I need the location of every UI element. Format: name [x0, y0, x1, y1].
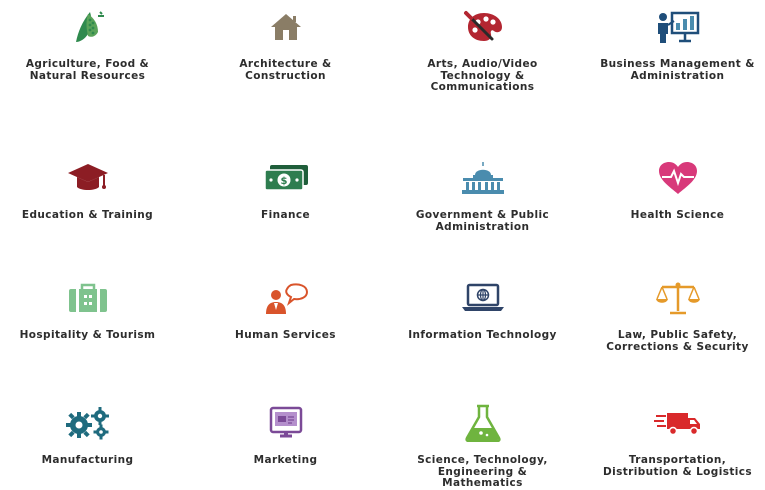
money-bills-icon: $: [262, 158, 310, 198]
corn-icon: [64, 7, 112, 47]
cluster-label: Marketing: [193, 455, 379, 467]
suitcase-icon: [64, 278, 112, 318]
cluster-label: Government & Public Administration: [390, 210, 576, 233]
cluster-agriculture[interactable]: Agriculture, Food & Natural Resources: [0, 7, 183, 82]
presenter-board-icon: [654, 7, 702, 47]
cluster-finance[interactable]: $ Finance: [190, 158, 381, 222]
cluster-label: Agriculture, Food & Natural Resources: [0, 59, 181, 82]
cluster-label: Health Science: [585, 210, 765, 222]
cluster-information-technology[interactable]: Information Technology: [387, 278, 578, 342]
cluster-label: Manufacturing: [0, 455, 181, 467]
cluster-label: Transportation, Distribution & Logistics: [585, 455, 765, 478]
cluster-label: Arts, Audio/Video Technology & Communica…: [390, 59, 576, 94]
graduation-cap-icon: [64, 158, 112, 198]
cluster-label: Business Management & Administration: [585, 59, 765, 82]
cluster-law[interactable]: Law, Public Safety, Corrections & Securi…: [582, 278, 765, 353]
truck-icon: [654, 403, 702, 443]
cluster-label: Science, Technology, Engineering & Mathe…: [390, 455, 576, 490]
laptop-globe-icon: [459, 278, 507, 318]
cluster-marketing[interactable]: Marketing: [190, 403, 381, 467]
house-icon: [262, 7, 310, 47]
cluster-label: Law, Public Safety, Corrections & Securi…: [585, 330, 765, 353]
cluster-label: Finance: [193, 210, 379, 222]
cluster-business[interactable]: Business Management & Administration: [582, 7, 765, 82]
cluster-architecture[interactable]: Architecture & Construction: [190, 7, 381, 82]
palette-brush-icon: [459, 7, 507, 47]
cluster-label: Hospitality & Tourism: [0, 330, 181, 342]
cluster-education[interactable]: Education & Training: [0, 158, 183, 222]
cluster-manufacturing[interactable]: Manufacturing: [0, 403, 183, 467]
monitor-chart-icon: [262, 403, 310, 443]
cluster-human-services[interactable]: Human Services: [190, 278, 381, 342]
cluster-label: Information Technology: [390, 330, 576, 342]
cluster-hospitality[interactable]: Hospitality & Tourism: [0, 278, 183, 342]
capitol-building-icon: [459, 158, 507, 198]
person-speech-icon: [262, 278, 310, 318]
cluster-arts[interactable]: Arts, Audio/Video Technology & Communica…: [387, 7, 578, 94]
cluster-label: Education & Training: [0, 210, 181, 222]
heart-pulse-icon: [654, 158, 702, 198]
scales-icon: [654, 278, 702, 318]
flask-icon: [459, 403, 507, 443]
cluster-label: Human Services: [193, 330, 379, 342]
cluster-government[interactable]: Government & Public Administration: [387, 158, 578, 233]
svg-text:$: $: [280, 176, 287, 187]
cluster-stem[interactable]: Science, Technology, Engineering & Mathe…: [387, 403, 578, 490]
gears-icon: [64, 403, 112, 443]
cluster-transportation[interactable]: Transportation, Distribution & Logistics: [582, 403, 765, 478]
cluster-label: Architecture & Construction: [193, 59, 379, 82]
cluster-health[interactable]: Health Science: [582, 158, 765, 222]
